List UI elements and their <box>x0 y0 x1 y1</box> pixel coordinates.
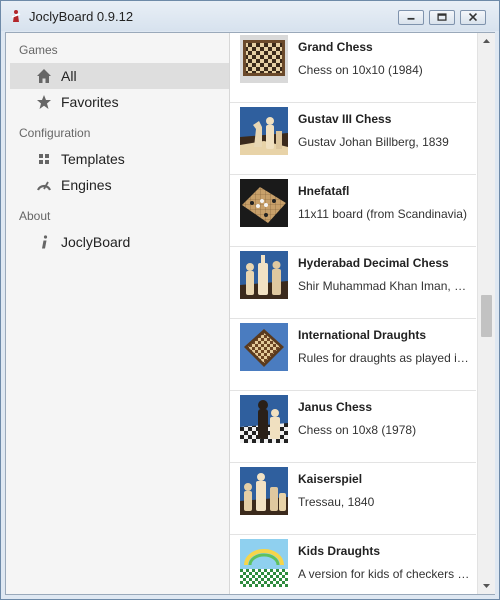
close-button[interactable] <box>460 10 486 25</box>
game-description: 11x11 board (from Scandinavia) <box>298 207 467 221</box>
sidebar-item-favorites[interactable]: Favorites <box>10 89 229 115</box>
title-bar[interactable]: JoclyBoard 0.9.12 <box>1 1 499 31</box>
window-title: JoclyBoard 0.9.12 <box>29 9 134 24</box>
game-description: Tressau, 1840 <box>298 495 375 509</box>
kids-draughts-thumbnail <box>240 539 288 587</box>
info-icon <box>42 235 48 249</box>
scroll-down-arrow-icon[interactable] <box>478 577 495 594</box>
game-description: Gustav Johan Billberg, 1839 <box>298 135 449 149</box>
section-games: Games <box>19 43 58 57</box>
minimize-icon <box>407 17 415 20</box>
sidebar-item-label: Favorites <box>61 94 119 110</box>
game-list[interactable]: Grand Chess Chess on 10x10 (1984) Gustav… <box>230 33 476 594</box>
draughts-board-thumbnail <box>240 323 288 371</box>
game-description: A version for kids of checkers and draug… <box>298 567 470 581</box>
game-title: Janus Chess <box>298 400 373 414</box>
game-title: International Draughts <box>298 328 427 342</box>
tafl-board-thumbnail <box>240 179 288 227</box>
app-logo-icon <box>11 10 21 22</box>
chess-pieces-thumbnail <box>240 251 288 299</box>
list-item[interactable]: Hnefatafl 11x11 board (from Scandinavia) <box>230 175 476 247</box>
game-description: Rules for draughts as played internation… <box>298 351 470 365</box>
scroll-up-arrow-icon[interactable] <box>478 33 495 50</box>
vertical-scrollbar[interactable] <box>477 33 495 594</box>
chessboard-thumbnail <box>240 35 288 83</box>
maximize-button[interactable] <box>429 10 455 25</box>
list-item[interactable]: Hyderabad Decimal Chess Shir Muhammad Kh… <box>230 247 476 319</box>
game-title: Grand Chess <box>298 40 373 54</box>
list-item[interactable]: Kids Draughts A version for kids of chec… <box>230 535 476 594</box>
game-title: Gustav III Chess <box>298 112 392 126</box>
section-configuration: Configuration <box>19 126 91 140</box>
chess-pieces-thumbnail <box>240 395 288 443</box>
sidebar-item-joclyboard[interactable]: JoclyBoard <box>10 229 229 255</box>
game-description: Chess on 10x8 (1978) <box>298 423 417 437</box>
list-item[interactable]: Kaiserspiel Tressau, 1840 <box>230 463 476 535</box>
chess-pieces-thumbnail <box>240 107 288 155</box>
sidebar-item-engines[interactable]: Engines <box>10 172 229 198</box>
section-about: About <box>19 209 51 223</box>
scrollbar-thumb[interactable] <box>481 295 492 337</box>
game-title: Hyderabad Decimal Chess <box>298 256 449 270</box>
sidebar-item-templates[interactable]: Templates <box>10 146 229 172</box>
star-icon <box>37 95 51 109</box>
game-title: Hnefatafl <box>298 184 350 198</box>
minimize-button[interactable] <box>398 10 424 25</box>
home-icon <box>37 69 51 83</box>
sidebar-item-label: Templates <box>61 151 125 167</box>
app-window: JoclyBoard 0.9.12 Games All Favorites Co… <box>0 0 500 600</box>
sidebar: Games All Favorites Configuration Templa… <box>6 33 230 594</box>
chess-pieces-thumbnail <box>240 467 288 515</box>
grid-icon <box>39 154 49 164</box>
list-item[interactable]: International Draughts Rules for draught… <box>230 319 476 391</box>
client-area: Games All Favorites Configuration Templa… <box>5 32 495 595</box>
sidebar-item-label: JoclyBoard <box>61 234 131 250</box>
close-icon <box>468 13 478 22</box>
sidebar-item-label: Engines <box>61 177 112 193</box>
game-title: Kaiserspiel <box>298 472 363 486</box>
list-item[interactable]: Janus Chess Chess on 10x8 (1978) <box>230 391 476 463</box>
sidebar-item-label: All <box>61 68 77 84</box>
list-item[interactable]: Grand Chess Chess on 10x10 (1984) <box>230 33 476 103</box>
sidebar-item-all[interactable]: All <box>10 63 229 89</box>
maximize-icon <box>437 13 447 21</box>
list-item[interactable]: Gustav III Chess Gustav Johan Billberg, … <box>230 103 476 175</box>
game-description: Chess on 10x10 (1984) <box>298 63 423 77</box>
game-title: Kids Draughts <box>298 544 381 558</box>
gauge-icon <box>36 181 52 191</box>
game-description: Shir Muhammad Khan Iman, 1805 <box>298 279 470 293</box>
